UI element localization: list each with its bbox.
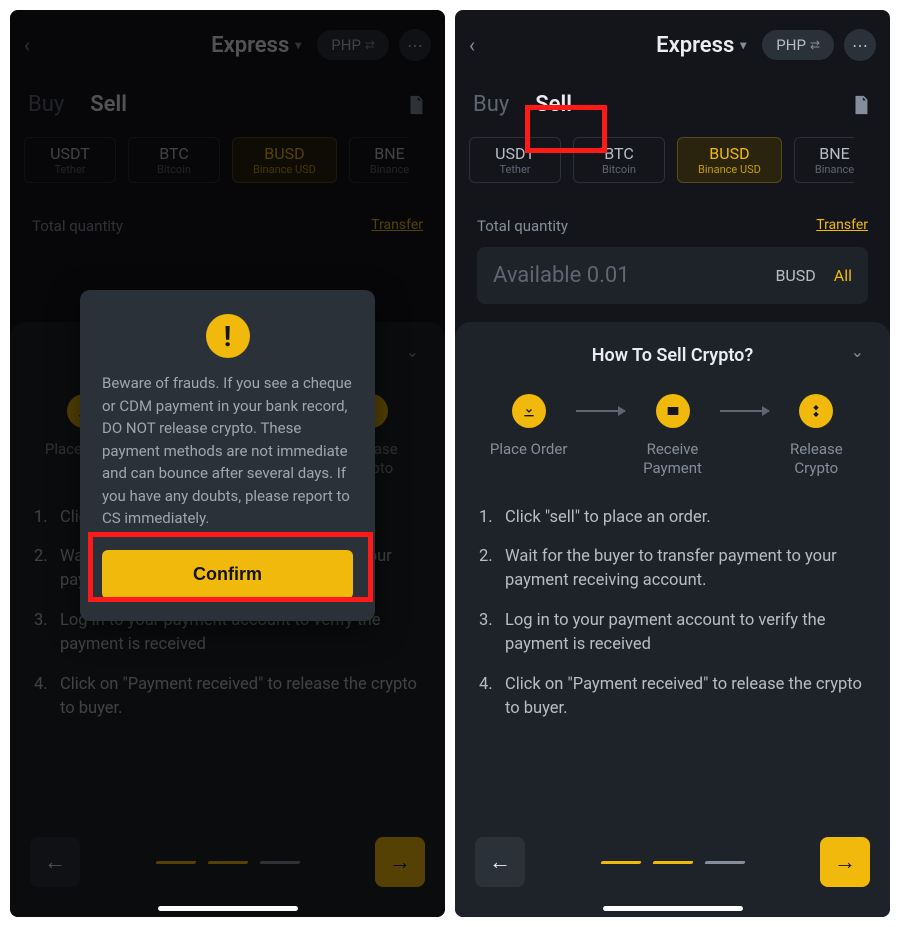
chip-usdt[interactable]: USDTTether	[469, 137, 561, 183]
step-receive-payment: Receive Payment	[625, 394, 720, 478]
step-place-order: Place Order	[481, 394, 576, 459]
modal-text: Beware of frauds. If you see a cheque or…	[102, 372, 353, 530]
all-link[interactable]: All	[834, 266, 852, 285]
chip-btc[interactable]: BTCBitcoin	[573, 137, 665, 183]
arrow-icon	[576, 410, 625, 412]
available-text: Available 0.01	[493, 263, 765, 288]
arrow-icon	[720, 410, 769, 412]
header: ‹ Express ▾ PHP ⇄ ⋯	[455, 10, 890, 66]
back-chevron-icon[interactable]: ‹	[469, 33, 497, 57]
download-icon	[512, 394, 546, 428]
fraud-warning-modal: ! Beware of frauds. If you see a cheque …	[80, 290, 375, 621]
confirm-button[interactable]: Confirm	[102, 550, 353, 599]
swap-icon: ⇄	[810, 38, 820, 52]
quantity-label: Total quantity	[477, 217, 568, 235]
crypto-chips: USDTTether BTCBitcoin BUSDBinance USD BN…	[455, 125, 890, 189]
quantity-input-box[interactable]: Available 0.01 BUSD All	[477, 247, 868, 304]
instruction-item: Click "sell" to place an order.	[479, 506, 870, 530]
chip-bnb[interactable]: BNEBinance	[794, 137, 854, 183]
phone-left: ‹ Express ▾ PHP ⇄ ⋯ Buy Sell USDTTether …	[10, 10, 445, 917]
transfer-link[interactable]: Transfer	[816, 217, 868, 235]
buy-sell-tabs: Buy Sell	[455, 66, 890, 125]
home-indicator	[158, 906, 298, 911]
instruction-item: Wait for the buyer to transfer payment t…	[479, 545, 870, 593]
steps-row: Place Order Receive Payment Release Cryp…	[475, 394, 870, 478]
phone-right: ‹ Express ▾ PHP ⇄ ⋯ Buy Sell USDTTether …	[455, 10, 890, 917]
orders-icon[interactable]	[850, 94, 872, 116]
how-to-panel: How To Sell Crypto? ⌄ Place Order Receiv…	[455, 322, 890, 917]
caret-down-icon: ▾	[740, 38, 746, 52]
page-indicator	[601, 861, 745, 864]
page-dash	[600, 861, 641, 864]
quantity-section: Total quantity Transfer Available 0.01 B…	[455, 189, 890, 304]
home-indicator	[603, 906, 743, 911]
currency-label: PHP	[776, 36, 806, 54]
collapse-chevron-icon[interactable]: ⌄	[851, 342, 864, 361]
tab-buy[interactable]: Buy	[473, 92, 509, 117]
instruction-item: Log in to your payment account to verify…	[479, 609, 870, 657]
warning-icon: !	[206, 314, 250, 358]
tab-sell[interactable]: Sell	[535, 92, 572, 117]
instructions-list: Click "sell" to place an order. Wait for…	[475, 506, 870, 737]
more-menu-button[interactable]: ⋯	[844, 29, 876, 61]
instruction-item: Click on "Payment received" to release t…	[479, 673, 870, 721]
mode-label: Express	[656, 33, 734, 58]
panel-title: How To Sell Crypto?	[592, 345, 753, 366]
coin-icon	[799, 394, 833, 428]
wallet-icon	[656, 394, 690, 428]
page-dash	[652, 861, 693, 864]
chip-busd[interactable]: BUSDBinance USD	[677, 137, 782, 183]
symbol-label: BUSD	[775, 266, 815, 285]
next-button[interactable]: →	[820, 837, 870, 887]
pager: ← →	[475, 831, 870, 899]
page-dash	[704, 861, 745, 864]
prev-button[interactable]: ←	[475, 837, 525, 887]
currency-selector[interactable]: PHP ⇄	[762, 30, 834, 60]
step-release-crypto: Release Crypto	[769, 394, 864, 478]
mode-dropdown[interactable]: Express ▾	[656, 33, 746, 58]
